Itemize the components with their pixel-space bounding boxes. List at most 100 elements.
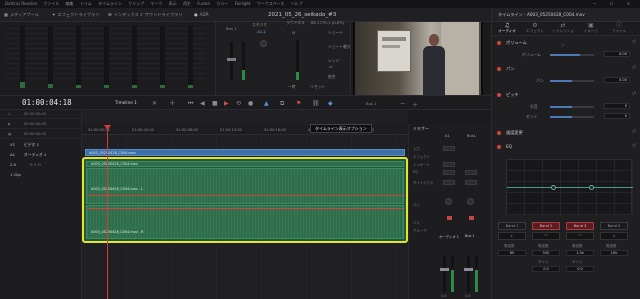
play-icon[interactable]: ▶ [224,100,229,107]
bus-select[interactable]: Bus 1 [366,101,377,106]
reset-icon[interactable]: ↺ [632,128,636,137]
bus-fader[interactable] [464,256,473,292]
timeline-tracks[interactable]: A003_05250428_C004.mov A003_05250428_C00… [82,135,408,299]
eq-section-header[interactable]: EQ ↺ [492,142,640,151]
audio-channel-right[interactable]: A003_05250428_C004.mov - R [86,205,404,239]
volume-enable-icon[interactable] [497,40,501,45]
snap-icon[interactable]: ⧉ [280,100,284,108]
tab-effects[interactable]: ⚙ エフェクト [524,22,546,34]
mixer-pan-knob[interactable] [445,198,452,205]
pan-slider[interactable] [550,80,594,82]
stop-icon[interactable]: ■ [212,100,218,107]
eq-band-3-handle[interactable] [589,185,594,190]
speed-change-section-header[interactable]: 速度変更 ↺ [492,128,640,137]
effects-library-button[interactable]: ✦ エフェクトライブラリ [52,8,99,21]
volume-value[interactable]: 0.00 [604,51,630,57]
tab-audio[interactable]: ♫ オーディオ [496,22,518,34]
band-2-freq-value[interactable]: 500 [532,250,560,256]
loudness-standard[interactable]: BS.1770-1 (LUFS) [311,20,344,25]
track-fader[interactable] [440,256,449,292]
eq-graph[interactable] [506,159,633,216]
reset-button[interactable]: リセット [310,84,325,90]
tab-image[interactable]: ▣ イメージ [580,22,602,34]
menu-workspace[interactable]: ワークスペース [257,1,284,6]
video-clip[interactable]: A003_05250428_C004.mov [85,149,405,156]
bus-eq-toggle[interactable] [465,170,477,175]
link-icon[interactable]: ⛓ [312,100,320,107]
zoom-out-icon[interactable]: − [400,100,405,107]
menu-edit[interactable]: 編集 [66,1,74,6]
rewind-icon[interactable]: ◀ [200,100,205,107]
tab-transition[interactable]: ⇄ トランジション [552,22,574,47]
skip-back-icon[interactable]: ⏮ [188,100,193,108]
volume-line[interactable] [87,208,403,209]
studio-knob[interactable] [260,40,267,47]
eq-enable-icon[interactable] [497,144,501,149]
pan-enable-icon[interactable] [497,66,501,71]
menu-timeline[interactable]: タイムライン [98,1,122,6]
reset-icon[interactable]: ↺ [632,90,636,99]
timeline-options-icon[interactable]: ◆ [328,100,333,107]
media-pool-button[interactable]: ▦ メディアプール [4,8,39,21]
flag-icon[interactable]: ⚑ [296,100,301,107]
menu-fusion[interactable]: Fusion [197,1,210,6]
menu-app[interactable]: DaVinci Resolve [5,1,37,6]
menu-file[interactable]: ファイル [43,1,59,6]
bus-label[interactable]: Bus 1 [226,26,237,31]
volume-line[interactable] [87,195,403,196]
timeline-area[interactable]: 01:00:00:00 01:00:04:00 01:00:08:00 01:0… [82,110,408,299]
record-arm-icon[interactable] [447,216,452,220]
audio-track-buttons[interactable]: R S M [30,162,41,167]
selection-tool-icon[interactable]: ▲ [264,100,269,107]
window-controls[interactable]: — ☐ ✕ [593,0,636,8]
audio-clip-header[interactable]: A003_05250428_C004.mov [86,161,404,167]
eq-band-1-button[interactable]: Band 1 [498,222,526,230]
eq-band-1-shape[interactable]: ╯ [498,232,526,240]
eq-band-3-shape[interactable]: ⌒ [566,232,594,240]
menu-help[interactable]: ヘルプ [291,1,303,6]
pan-value[interactable]: 0.00 [604,77,630,83]
eq-band-2-button[interactable]: Band 2 [532,222,560,230]
band-1-freq-value[interactable]: 80 [498,250,526,256]
eq-band-2-handle[interactable] [551,185,556,190]
menu-mark[interactable]: マーク [150,1,162,6]
reset-icon[interactable]: ↺ [632,38,636,47]
eq-band-2-shape[interactable]: ⌒ [532,232,560,240]
menu-trim[interactable]: トリム [80,1,92,6]
mixer-insert-toggle[interactable] [443,162,455,167]
eq-band-3-button[interactable]: Band 3 [566,222,594,230]
adr-button[interactable]: ● ADR [194,8,209,21]
pan-section-header[interactable]: パン ↺ [492,64,640,73]
volume-section-header[interactable]: ボリューム ↺ [492,38,640,47]
crosshair-icon[interactable]: ✛ [170,100,175,107]
reset-icon[interactable]: ↺ [632,64,636,73]
pitch-enable-icon[interactable] [497,92,501,97]
bus-fader[interactable] [227,42,236,80]
semitones-value[interactable]: 0 [604,103,630,109]
video-viewer[interactable] [353,22,483,97]
mixer-input-select[interactable] [443,146,455,151]
mixer-dynamics-toggle[interactable] [443,180,455,185]
selected-audio-clip[interactable]: A003_05250428_C004.mov A003_05250428_C00… [82,157,408,243]
eq-band-4-shape[interactable]: ╰ [600,232,628,240]
cents-slider[interactable] [550,116,594,118]
menu-color[interactable]: カラー [216,1,228,6]
bus-pan-knob[interactable] [467,198,474,205]
speed-enable-icon[interactable] [497,130,501,135]
semitones-slider[interactable] [550,106,594,108]
band-2-gain-value[interactable]: 0.0 [532,266,560,272]
record-icon[interactable]: ● [248,100,253,107]
loop-icon[interactable]: ⟲ [236,100,241,107]
menu-view[interactable]: 表示 [169,1,177,6]
mixer-eq-toggle[interactable] [443,170,455,175]
band-3-freq-value[interactable]: 1.5k [566,250,594,256]
volume-slider[interactable] [550,54,594,56]
eq-band-4-button[interactable]: Band 4 [600,222,628,230]
band-4-freq-value[interactable]: 10k [600,250,628,256]
cents-value[interactable]: 0 [604,113,630,119]
band-3-gain-value[interactable]: 0.0 [566,266,594,272]
index-button[interactable]: ☰ インデックス [108,8,139,21]
zoom-in-icon[interactable]: ＋ [412,100,418,109]
timeline-selector[interactable]: Timeline 1 [115,100,137,105]
bus-mute-icon[interactable] [469,216,474,220]
